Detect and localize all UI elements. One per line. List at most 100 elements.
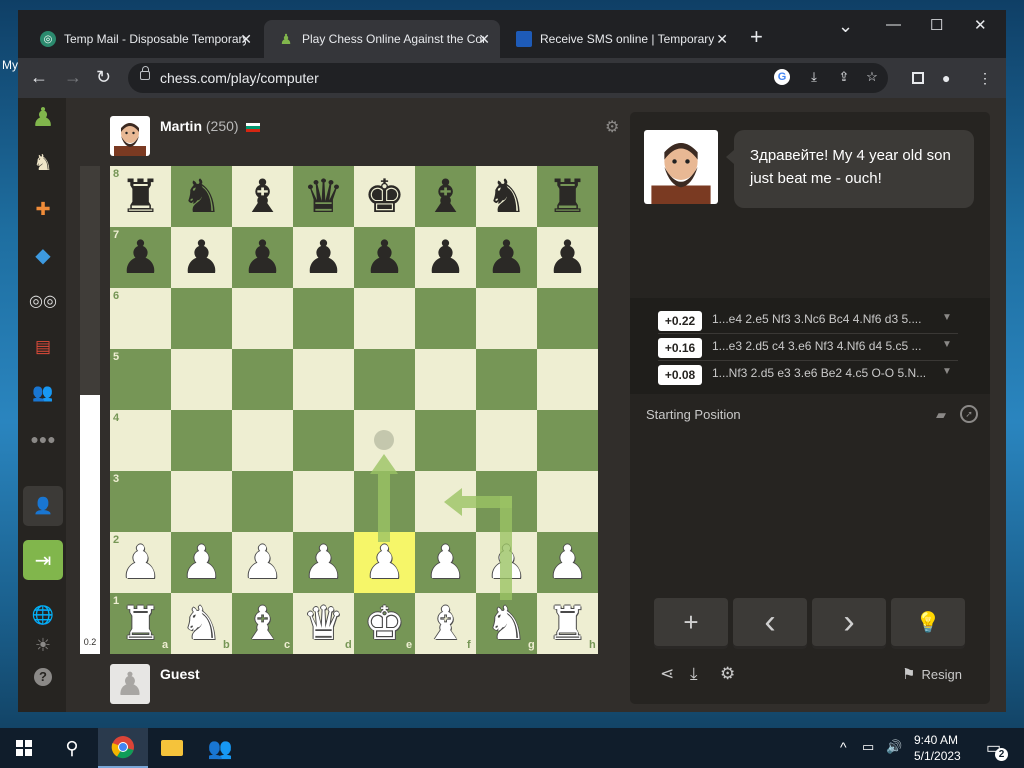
search-icon[interactable]: ⚲ (48, 728, 96, 768)
expand-caret-icon[interactable]: ▼ (942, 312, 952, 323)
square-b6[interactable] (171, 288, 232, 349)
square-g5[interactable] (476, 349, 537, 410)
watch-binoculars-icon[interactable]: ◎◎ (29, 288, 57, 314)
piece-g8[interactable]: ♞ (476, 166, 537, 227)
kebab-menu-icon[interactable]: ⋮ (978, 70, 992, 87)
next-move-button[interactable]: › (812, 598, 886, 646)
theme-sun-icon[interactable]: ☀ (30, 632, 56, 658)
square-b3[interactable] (171, 471, 232, 532)
piece-b2[interactable]: ♟ (171, 532, 232, 593)
square-a6[interactable] (110, 288, 171, 349)
piece-e8[interactable]: ♚ (354, 166, 415, 227)
expand-caret-icon[interactable]: ▼ (942, 366, 952, 377)
square-h4[interactable] (537, 410, 598, 471)
square-h6[interactable] (537, 288, 598, 349)
square-h3[interactable] (537, 471, 598, 532)
square-d4[interactable] (293, 410, 354, 471)
player-name[interactable]: Guest (160, 666, 200, 682)
square-e6[interactable] (354, 288, 415, 349)
profile-icon[interactable]: ● (942, 70, 950, 86)
desktop-icon-label[interactable]: My (2, 58, 18, 72)
log-in-button[interactable]: ⇥ (23, 540, 63, 580)
piece-c2[interactable]: ♟ (232, 532, 293, 593)
square-a4[interactable] (110, 410, 171, 471)
chess-com-logo-icon[interactable]: ♟ (30, 102, 56, 132)
piece-g7[interactable]: ♟ (476, 227, 537, 288)
square-b4[interactable] (171, 410, 232, 471)
more-dots-icon[interactable]: ●●● (30, 426, 56, 452)
chess-board[interactable]: ♜ 8 ♞ ♝ ♛ ♚ ♝ ♞ ♜ ♟ 7 ♟ ♟ ♟ ♟ ♟ ♟ ♟ 6 5 4 3 ♟ 2 ♟ ♟ ♟ ♟ ♟ ♟ ♟ ♜ 1 a ♞ b ♝ c ♛ d… (110, 166, 598, 654)
tab-receive-sms[interactable]: Receive SMS online | Temporary ✕ (502, 20, 738, 58)
square-g3[interactable] (476, 471, 537, 532)
language-globe-icon[interactable]: 🌐 (30, 602, 56, 628)
piece-a2[interactable]: ♟ (110, 532, 171, 593)
clock-date[interactable]: 5/1/2023 (914, 749, 961, 763)
piece-e7[interactable]: ♟ (354, 227, 415, 288)
square-f4[interactable] (415, 410, 476, 471)
side-panel-icon[interactable] (912, 72, 924, 84)
new-tab-button[interactable]: + (750, 24, 763, 50)
engine-line[interactable]: +0.08 1...Nf3 2.d5 e3 3.e6 Be2 4.c5 O-O … (658, 362, 958, 388)
help-icon[interactable]: ? (30, 664, 56, 690)
square-d6[interactable] (293, 288, 354, 349)
square-d3[interactable] (293, 471, 354, 532)
close-window-button[interactable]: ✕ (974, 16, 987, 34)
opening-book-icon[interactable]: ▰ (936, 407, 946, 423)
opponent-name[interactable]: Martin (160, 118, 202, 134)
taskbar-app[interactable]: 👥 (196, 728, 244, 768)
minimize-button[interactable]: — (886, 16, 901, 33)
settings-gear-icon[interactable]: ⚙ (720, 664, 735, 684)
clock-time[interactable]: 9:40 AM (914, 733, 958, 747)
tab-chess[interactable]: ♟ Play Chess Online Against the Computer… (264, 20, 500, 58)
piece-d8[interactable]: ♛ (293, 166, 354, 227)
piece-h7[interactable]: ♟ (537, 227, 598, 288)
back-arrow-icon[interactable]: ← (30, 67, 48, 88)
tab-close-icon[interactable]: ✕ (240, 31, 252, 48)
expand-caret-icon[interactable]: ▼ (942, 339, 952, 350)
reload-icon[interactable]: ↻ (96, 67, 111, 88)
new-game-button[interactable]: + (654, 598, 728, 646)
square-d5[interactable] (293, 349, 354, 410)
piece-f8[interactable]: ♝ (415, 166, 476, 227)
square-e3[interactable] (354, 471, 415, 532)
tab-temp-mail[interactable]: ◎ Temp Mail - Disposable Temporary ✕ (26, 20, 262, 58)
social-icon[interactable]: 👥 (30, 380, 56, 406)
install-download-icon[interactable]: ⤓ (806, 69, 822, 85)
tray-chevron-icon[interactable]: ^ (840, 739, 847, 755)
piece-c7[interactable]: ♟ (232, 227, 293, 288)
engine-line[interactable]: +0.16 1...e3 2.d5 c4 3.e6 Nf3 4.Nf6 d4 5… (658, 335, 958, 361)
volume-icon[interactable]: 🔊 (886, 739, 902, 755)
piece-c8[interactable]: ♝ (232, 166, 293, 227)
square-c5[interactable] (232, 349, 293, 410)
resign-button[interactable]: ⚑ Resign (902, 665, 962, 683)
forward-arrow-icon[interactable]: → (64, 67, 82, 88)
guest-avatar[interactable]: ♟ (110, 664, 150, 704)
square-a3[interactable] (110, 471, 171, 532)
taskbar-chrome[interactable] (98, 728, 148, 768)
play-icon[interactable]: ♞ (30, 150, 56, 176)
bookmark-star-icon[interactable]: ☆ (864, 69, 880, 85)
square-c6[interactable] (232, 288, 293, 349)
piece-h2[interactable]: ♟ (537, 532, 598, 593)
square-a5[interactable] (110, 349, 171, 410)
tab-close-icon[interactable]: ✕ (716, 31, 728, 48)
piece-d2[interactable]: ♟ (293, 532, 354, 593)
hint-button[interactable]: 💡 (891, 598, 965, 646)
maximize-button[interactable]: ☐ (930, 16, 943, 34)
square-f5[interactable] (415, 349, 476, 410)
piece-a8[interactable]: ♜ (110, 166, 171, 227)
square-c3[interactable] (232, 471, 293, 532)
explorer-compass-icon[interactable]: ➚ (960, 405, 978, 423)
learn-icon[interactable]: ◆ (30, 242, 56, 268)
square-c4[interactable] (232, 410, 293, 471)
taskbar-file-explorer[interactable] (148, 728, 196, 768)
download-icon[interactable]: ⤓ (690, 664, 698, 684)
piece-e2[interactable]: ♟ (354, 532, 415, 593)
square-f3[interactable] (415, 471, 476, 532)
opponent-avatar[interactable] (110, 116, 150, 156)
engine-line[interactable]: +0.22 1...e4 2.e5 Nf3 3.Nc6 Bc4 4.Nf6 d3… (658, 308, 958, 334)
puzzles-icon[interactable]: ✚ (30, 196, 56, 222)
piece-b8[interactable]: ♞ (171, 166, 232, 227)
square-e4[interactable] (354, 410, 415, 471)
square-f6[interactable] (415, 288, 476, 349)
